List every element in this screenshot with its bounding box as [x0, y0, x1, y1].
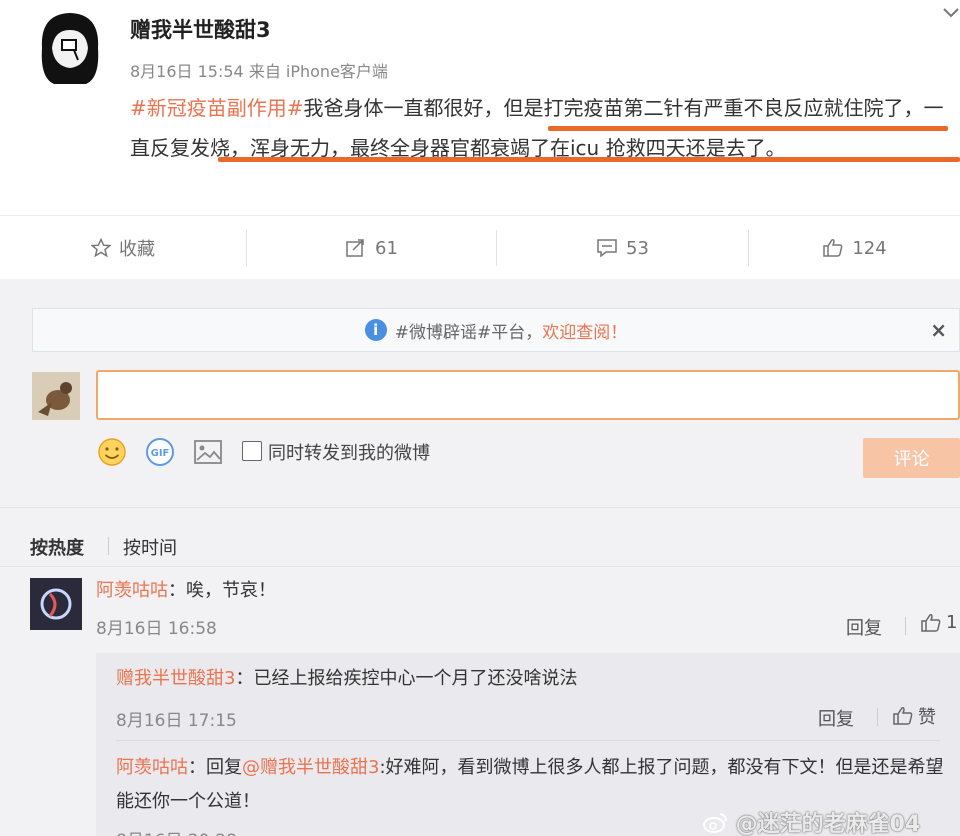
reply-text: 赠我半世酸甜3：已经上报给疾控中心一个月了还没啥说法 — [116, 662, 577, 696]
notice-text[interactable]: #微博辟谣#平台， — [395, 318, 543, 343]
reply-user[interactable]: 赠我半世酸甜3 — [116, 668, 235, 689]
submit-comment-button[interactable]: 评论 — [863, 438, 960, 478]
divider — [108, 537, 109, 555]
image-icon[interactable] — [193, 438, 223, 466]
weibo-post: 赠我半世酸甜3 8月16日 15:54 来自 iPhone客户端 #新冠疫苗副作… — [0, 0, 960, 215]
comment-icon — [597, 239, 617, 258]
commenter-avatar[interactable] — [30, 578, 82, 630]
reply-like-label: 赞 — [918, 707, 936, 728]
my-avatar — [32, 372, 80, 420]
weibo-logo-icon — [703, 813, 727, 833]
reply-prefix: ：回复 — [188, 757, 242, 778]
comment-button[interactable]: 53 — [497, 216, 748, 280]
favorite-label: 收藏 — [119, 239, 155, 260]
post-author-name[interactable]: 赠我半世酸甜3 — [130, 14, 271, 44]
close-icon[interactable]: × — [930, 318, 947, 342]
comment-user[interactable]: 阿羡咕咕 — [96, 580, 168, 601]
repost-icon — [346, 239, 364, 257]
notice-welcome[interactable]: 欢迎查阅！ — [542, 318, 627, 343]
reply-time: 8月16日 17:15 — [116, 711, 237, 731]
comment-count: 53 — [626, 237, 649, 259]
repost-label[interactable]: 同时转发到我的微博 — [268, 439, 430, 465]
post-meta: 8月16日 15:54 来自 iPhone客户端 — [130, 62, 388, 81]
reply-like-button[interactable]: 赞 — [892, 703, 936, 729]
comment-like-count: 1 — [946, 612, 958, 633]
comment-input[interactable] — [96, 370, 960, 420]
reply-user[interactable]: 阿羡咕咕 — [116, 757, 188, 778]
thumbs-up-icon — [893, 707, 913, 725]
divider — [116, 740, 940, 741]
comment-like-button[interactable]: 1 — [920, 612, 957, 633]
watermark-text: @迷茫的老麻雀04 — [735, 812, 921, 836]
highlight-underline — [548, 126, 948, 131]
comment-time: 8月16日 16:58 — [96, 619, 217, 639]
watermark: @迷茫的老麻雀04 — [702, 806, 920, 836]
reply-time: 8月16日 20:28 — [116, 826, 237, 836]
repost-button[interactable]: 61 — [247, 216, 496, 280]
info-icon: i — [364, 319, 387, 341]
author-avatar[interactable] — [34, 8, 106, 88]
like-count: 124 — [852, 237, 887, 259]
post-action-bar: 收藏 61 53 124 — [0, 215, 960, 279]
star-icon — [91, 238, 111, 258]
chevron-down-icon[interactable] — [942, 6, 960, 20]
divider — [877, 708, 878, 726]
reply-mention[interactable]: @赠我半世酸甜3 — [242, 757, 379, 778]
divider — [0, 566, 960, 567]
sort-by-time[interactable]: 按时间 — [123, 534, 177, 560]
repost-checkbox[interactable] — [242, 441, 262, 461]
thumbs-up-icon — [921, 613, 941, 632]
reply-button[interactable]: 回复 — [818, 705, 854, 731]
topic-link[interactable]: #新冠疫苗副作用# — [130, 96, 304, 120]
comment-text: 阿羡咕咕：唉，节哀！ — [96, 576, 276, 602]
repost-count: 61 — [375, 237, 398, 259]
gif-icon[interactable]: GIF — [145, 437, 175, 467]
reply-button[interactable]: 回复 — [846, 614, 882, 640]
comment-body: ：唉，节哀！ — [168, 580, 276, 601]
divider — [905, 617, 906, 635]
like-button[interactable]: 124 — [749, 216, 960, 280]
highlight-underline — [218, 157, 960, 162]
favorite-button[interactable]: 收藏 — [0, 216, 246, 280]
reply-body: ：已经上报给疾控中心一个月了还没啥说法 — [235, 668, 578, 689]
emoji-icon[interactable] — [97, 437, 127, 467]
rumor-notice-banner: i #微博辟谣#平台， 欢迎查阅！ × — [32, 308, 960, 352]
sort-by-hot[interactable]: 按热度 — [30, 534, 84, 560]
thumbs-up-icon — [823, 239, 843, 257]
svg-text:GIF: GIF — [151, 448, 170, 459]
divider — [0, 507, 960, 508]
